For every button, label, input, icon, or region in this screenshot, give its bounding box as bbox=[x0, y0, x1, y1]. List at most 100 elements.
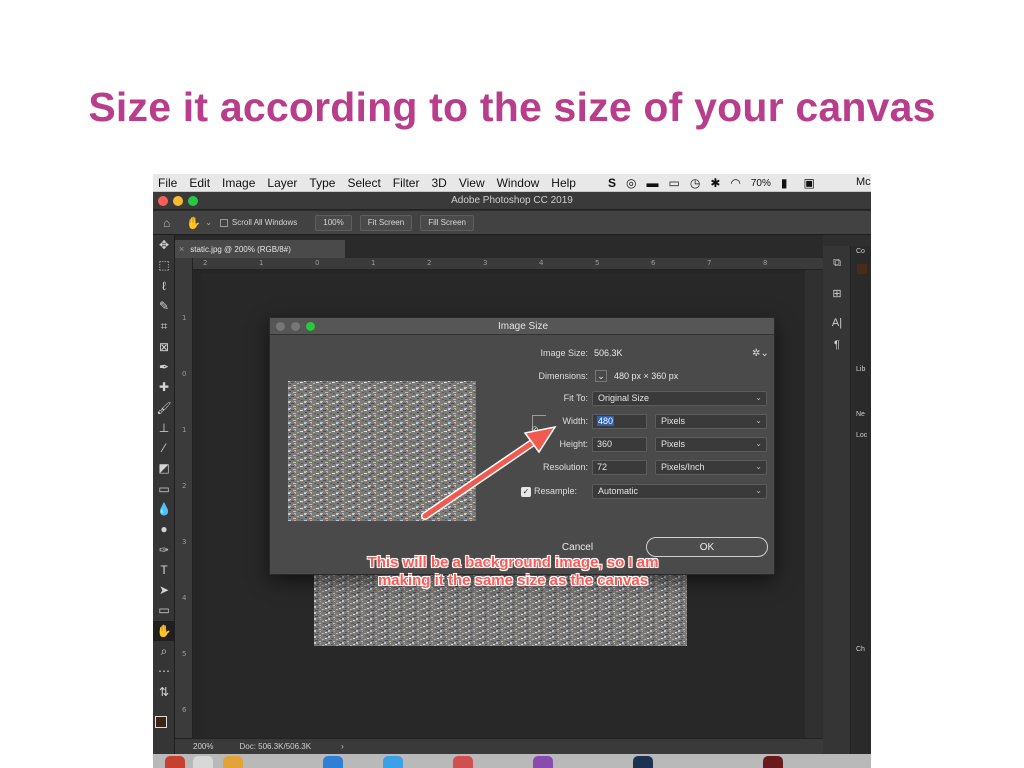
height-input[interactable]: 360 bbox=[592, 437, 647, 452]
eraser-tool-icon[interactable]: ◩ bbox=[153, 458, 175, 478]
menu-image[interactable]: Image bbox=[222, 176, 255, 190]
ruler-tick: 3 bbox=[182, 538, 187, 546]
ruler-tick: 2 bbox=[182, 482, 187, 490]
app-s-icon[interactable]: S bbox=[608, 176, 616, 190]
dialog-titlebar: Image Size bbox=[270, 318, 774, 335]
libraries-panel-label[interactable]: Lib bbox=[856, 366, 865, 373]
more-tools-icon[interactable]: ⋯ bbox=[153, 661, 175, 681]
dock-app-icon[interactable] bbox=[533, 756, 553, 768]
menu-filter[interactable]: Filter bbox=[393, 176, 420, 190]
window-titlebar: Adobe Photoshop CC 2019 bbox=[153, 192, 871, 210]
resample-label: Resample: bbox=[534, 486, 578, 496]
menu-view[interactable]: View bbox=[459, 176, 485, 190]
character-panel-icon[interactable]: A| bbox=[823, 312, 851, 334]
move-tool-icon[interactable]: ✥ bbox=[153, 235, 175, 255]
dock-app-icon[interactable] bbox=[193, 756, 213, 768]
doc-size: Doc: 506.3K/506.3K bbox=[239, 742, 312, 751]
height-unit-select[interactable]: Pixels ⌄ bbox=[655, 437, 767, 452]
menu-window[interactable]: Window bbox=[497, 176, 540, 190]
scroll-all-label: Scroll All Windows bbox=[231, 218, 298, 227]
ruler-tick: 0 bbox=[182, 370, 187, 378]
dock-app-icon[interactable] bbox=[323, 756, 343, 768]
paragraph-panel-icon[interactable]: ¶ bbox=[823, 334, 851, 356]
zoom-level[interactable]: 200% bbox=[193, 742, 213, 751]
ruler-tick: 4 bbox=[539, 259, 544, 267]
calendar-icon[interactable]: ▣ bbox=[804, 176, 815, 190]
shape-tool-icon[interactable]: ▭ bbox=[153, 600, 175, 620]
brush-tool-icon[interactable]: 🖌 bbox=[153, 397, 175, 417]
close-tab-icon[interactable]: × bbox=[179, 244, 184, 254]
ruler-tick: 2 bbox=[427, 259, 432, 267]
menu-3d[interactable]: 3D bbox=[431, 176, 446, 190]
default-colors-icon[interactable]: ⇅ bbox=[153, 682, 175, 702]
dock-app-icon[interactable] bbox=[223, 756, 243, 768]
battery-icon[interactable]: ▮ bbox=[781, 176, 788, 190]
drive-icon[interactable]: ▬ bbox=[647, 176, 659, 190]
ruler-tick: 0 bbox=[315, 259, 320, 267]
time-machine-icon[interactable]: ◷ bbox=[690, 176, 700, 190]
hand-icon[interactable]: ✋ bbox=[186, 216, 201, 230]
hand-tool-icon[interactable]: ✋ bbox=[153, 620, 175, 641]
dock-app-icon[interactable] bbox=[453, 756, 473, 768]
resample-select[interactable]: Automatic ⌄ bbox=[592, 484, 767, 499]
marquee-tool-icon[interactable]: ⬚ bbox=[153, 255, 175, 275]
crop-tool-icon[interactable]: ⌗ bbox=[153, 316, 175, 336]
chevron-down-icon[interactable]: ⌄ bbox=[205, 218, 212, 227]
history-brush-tool-icon[interactable]: ⁄ bbox=[153, 438, 175, 458]
dodge-tool-icon[interactable]: ● bbox=[153, 519, 175, 539]
resolution-unit-select[interactable]: Pixels/Inch ⌄ bbox=[655, 460, 767, 475]
menu-type[interactable]: Type bbox=[309, 176, 335, 190]
panel-color-swatch[interactable] bbox=[857, 264, 867, 274]
menu-file[interactable]: File bbox=[158, 176, 177, 190]
channels-panel-label[interactable]: Ch bbox=[856, 646, 865, 653]
ruler-tick: 1 bbox=[371, 259, 376, 267]
circle-app-icon[interactable]: ◎ bbox=[626, 176, 636, 190]
dock-app-icon[interactable] bbox=[383, 756, 403, 768]
document-tab[interactable]: × static.jpg @ 200% (RGB/8#) bbox=[175, 240, 345, 258]
vertical-scrollbar[interactable] bbox=[805, 270, 823, 738]
healing-tool-icon[interactable]: ✚ bbox=[153, 377, 175, 397]
dimensions-value: 480 px × 360 px bbox=[614, 371, 679, 381]
fit-screen-button[interactable]: Fit Screen bbox=[359, 214, 413, 231]
home-icon[interactable]: ⌂ bbox=[163, 216, 170, 230]
frame-tool-icon[interactable]: ⊠ bbox=[153, 336, 175, 356]
gradient-tool-icon[interactable]: ▭ bbox=[153, 479, 175, 499]
gear-icon[interactable]: ✲⌄ bbox=[752, 348, 769, 359]
fill-screen-button[interactable]: Fill Screen bbox=[420, 214, 474, 231]
eyedropper-tool-icon[interactable]: ✒ bbox=[153, 357, 175, 377]
menu-layer[interactable]: Layer bbox=[267, 176, 297, 190]
menu-edit[interactable]: Edit bbox=[189, 176, 210, 190]
dock-app-icon[interactable] bbox=[165, 756, 185, 768]
width-unit-select[interactable]: Pixels ⌄ bbox=[655, 414, 767, 429]
resample-checkbox[interactable]: ✓ bbox=[521, 487, 531, 497]
adjustments-panel-icon[interactable]: ⊞ bbox=[823, 282, 851, 304]
lasso-tool-icon[interactable]: ℓ bbox=[153, 276, 175, 296]
menu-select[interactable]: Select bbox=[347, 176, 380, 190]
image-preview[interactable] bbox=[288, 381, 476, 521]
history-panel-icon[interactable]: ⧉ bbox=[823, 252, 851, 274]
bluetooth-icon[interactable]: ✱ bbox=[710, 176, 720, 190]
status-arrow-icon[interactable]: › bbox=[341, 742, 344, 751]
wifi-icon[interactable]: ◠ bbox=[730, 176, 740, 190]
dimensions-label: Dimensions: bbox=[538, 371, 588, 381]
path-select-tool-icon[interactable]: ➤ bbox=[153, 580, 175, 600]
stamp-tool-icon[interactable]: ⊥ bbox=[153, 418, 175, 438]
zoom-100-button[interactable]: 100% bbox=[315, 214, 352, 231]
dock-app-icon[interactable] bbox=[763, 756, 783, 768]
dimensions-chevron-icon[interactable]: ⌄ bbox=[595, 370, 607, 382]
blur-tool-icon[interactable]: 💧 bbox=[153, 499, 175, 519]
height-label: Height: bbox=[559, 439, 588, 449]
foreground-color-swatch[interactable] bbox=[155, 716, 167, 728]
type-tool-icon[interactable]: T bbox=[153, 560, 175, 580]
dock-app-icon[interactable] bbox=[633, 756, 653, 768]
quick-select-tool-icon[interactable]: ✎ bbox=[153, 296, 175, 316]
width-input[interactable]: 480 bbox=[592, 414, 647, 429]
fit-to-select[interactable]: Original Size ⌄ bbox=[592, 391, 767, 406]
scroll-all-checkbox[interactable] bbox=[219, 218, 228, 227]
pen-tool-icon[interactable]: ✑ bbox=[153, 539, 175, 559]
zoom-tool-icon[interactable]: ⌕ bbox=[153, 641, 175, 661]
menu-help[interactable]: Help bbox=[551, 176, 576, 190]
airplay-icon[interactable]: ▭ bbox=[669, 176, 680, 190]
resolution-input[interactable]: 72 bbox=[592, 460, 647, 475]
color-panel-label[interactable]: Co bbox=[856, 248, 865, 255]
